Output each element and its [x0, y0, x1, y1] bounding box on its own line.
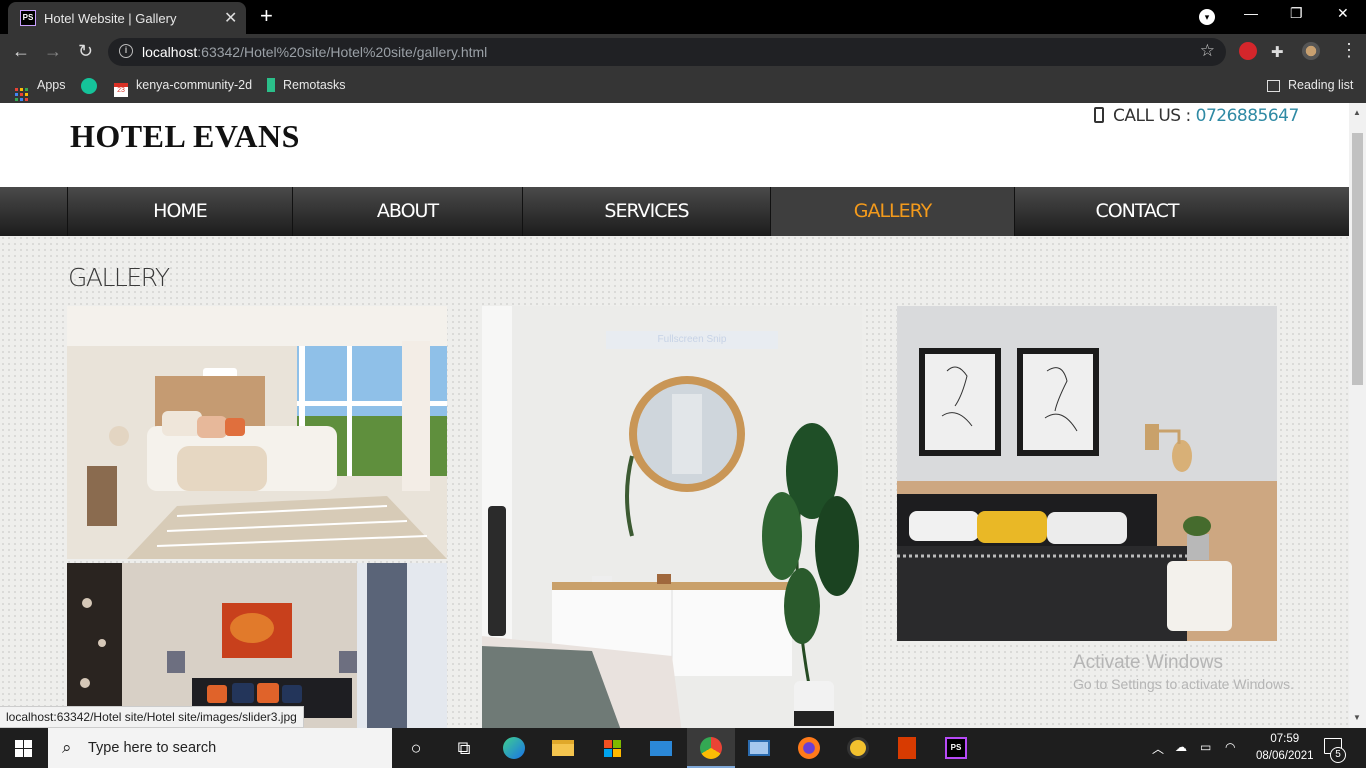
- taskbar-clock[interactable]: 07:59 08/06/2021: [1256, 731, 1314, 765]
- gallery-image-mirror-plant[interactable]: [482, 306, 862, 728]
- site-header: HOTEL EVANS CALL US : 0726885647: [0, 103, 1349, 187]
- vpn-shield-icon[interactable]: [844, 734, 872, 762]
- bookmark-kenya-community[interactable]: 23 kenya-community-2d: [114, 78, 252, 97]
- reading-list-icon: [1267, 80, 1280, 92]
- scroll-down-arrow-icon[interactable]: ▼: [1353, 713, 1361, 722]
- scrollbar-thumb[interactable]: [1352, 133, 1363, 385]
- nav-about[interactable]: ABOUT: [292, 187, 522, 236]
- calendar-icon: 23: [114, 83, 128, 97]
- extension-hand-icon[interactable]: [1239, 42, 1257, 60]
- address-bar[interactable]: i localhost:63342/Hotel%20site/Hotel%20s…: [108, 38, 1226, 66]
- tab-search-icon[interactable]: ▾: [1199, 9, 1215, 25]
- tab-title: Hotel Website | Gallery: [44, 11, 177, 26]
- reading-list-button[interactable]: Reading list: [1267, 78, 1353, 92]
- restore-button[interactable]: ❐: [1290, 5, 1303, 22]
- mobile-phone-icon: [1094, 107, 1104, 123]
- task-view-icon[interactable]: ⧉: [450, 734, 478, 762]
- windows-taskbar: ⌕ Type here to search ○ ⧉ PS ︿ ☁ ▭ ◠ 07:…: [0, 728, 1366, 768]
- office-icon[interactable]: [893, 734, 921, 762]
- notification-count-badge: 5: [1330, 747, 1346, 763]
- browser-tab-strip: PS Hotel Website | Gallery ✕ + ▾ — ❐ ✕: [0, 0, 1366, 34]
- back-button[interactable]: ←: [12, 41, 30, 61]
- bookmark-apps[interactable]: Apps: [15, 78, 66, 101]
- page-scrollbar[interactable]: ▲ ▼: [1349, 103, 1366, 728]
- gallery-image-dark-bed[interactable]: [897, 306, 1277, 641]
- firefox-icon[interactable]: [795, 734, 823, 762]
- grammarly-icon[interactable]: [81, 78, 105, 94]
- forward-button[interactable]: →: [44, 41, 62, 61]
- apps-grid-icon: [15, 88, 28, 101]
- nav-services[interactable]: SERVICES: [522, 187, 770, 236]
- gallery-image-bedroom-painting[interactable]: [67, 563, 447, 728]
- show-hidden-icons-icon[interactable]: ︿: [1152, 740, 1164, 757]
- site-info-icon[interactable]: i: [119, 44, 133, 58]
- extensions-puzzle-icon[interactable]: ✚: [1271, 43, 1284, 63]
- nav-contact[interactable]: CONTACT: [1014, 187, 1259, 236]
- search-icon: ⌕: [62, 738, 72, 757]
- gallery-heading: GALLERY: [68, 263, 170, 292]
- gallery-image-bedroom-window[interactable]: [67, 306, 447, 559]
- site-logo[interactable]: HOTEL EVANS: [70, 118, 300, 155]
- onedrive-cloud-icon[interactable]: ☁: [1175, 740, 1187, 754]
- page-viewport: HOTEL EVANS CALL US : 0726885647 HOME AB…: [0, 103, 1349, 728]
- activate-windows-watermark: Activate Windows Go to Settings to activ…: [1073, 652, 1294, 692]
- chrome-icon[interactable]: [697, 734, 725, 762]
- phpstorm-icon[interactable]: PS: [942, 734, 970, 762]
- bookmark-remotasks[interactable]: Remotasks: [267, 78, 346, 92]
- new-tab-button[interactable]: +: [260, 4, 273, 28]
- remotasks-icon: [267, 78, 275, 92]
- nav-home[interactable]: HOME: [67, 187, 292, 236]
- mail-icon[interactable]: [647, 734, 675, 762]
- snip-hint: Fullscreen Snip: [606, 331, 778, 349]
- call-us: CALL US : 0726885647: [1094, 106, 1299, 126]
- reload-button[interactable]: ↻: [78, 41, 93, 61]
- taskbar-search-box[interactable]: ⌕ Type here to search: [48, 728, 392, 768]
- chrome-menu-icon[interactable]: ⋮: [1340, 40, 1358, 61]
- profile-avatar[interactable]: [1302, 42, 1320, 60]
- microsoft-store-icon[interactable]: [598, 734, 626, 762]
- browser-tab[interactable]: PS Hotel Website | Gallery ✕: [8, 2, 246, 34]
- edge-browser-icon[interactable]: [500, 734, 528, 762]
- close-tab-icon[interactable]: ✕: [224, 8, 237, 28]
- file-explorer-icon[interactable]: [549, 734, 577, 762]
- url-text[interactable]: localhost:63342/Hotel%20site/Hotel%20sit…: [142, 44, 487, 60]
- remote-desktop-icon[interactable]: [745, 734, 773, 762]
- link-status-bubble: localhost:63342/Hotel site/Hotel site/im…: [0, 706, 304, 728]
- cortana-icon[interactable]: ○: [402, 734, 430, 762]
- main-navigation: HOME ABOUT SERVICES GALLERY CONTACT: [0, 187, 1349, 236]
- windows-start-icon[interactable]: [15, 740, 32, 757]
- nav-gallery[interactable]: GALLERY: [770, 187, 1014, 236]
- battery-icon[interactable]: ▭: [1200, 740, 1211, 754]
- bookmarks-bar: Apps 23 kenya-community-2d Remotasks Read…: [0, 70, 1366, 103]
- browser-toolbar: ← → ↻ i localhost:63342/Hotel%20site/Hot…: [0, 34, 1366, 70]
- bookmark-star-icon[interactable]: ☆: [1200, 41, 1215, 61]
- scroll-up-arrow-icon[interactable]: ▲: [1353, 108, 1361, 117]
- close-window-button[interactable]: ✕: [1337, 5, 1349, 22]
- wifi-icon[interactable]: ◠: [1225, 740, 1235, 754]
- phpstorm-favicon-icon: PS: [20, 10, 36, 26]
- phone-number[interactable]: 0726885647: [1196, 106, 1300, 126]
- minimize-button[interactable]: —: [1244, 5, 1258, 21]
